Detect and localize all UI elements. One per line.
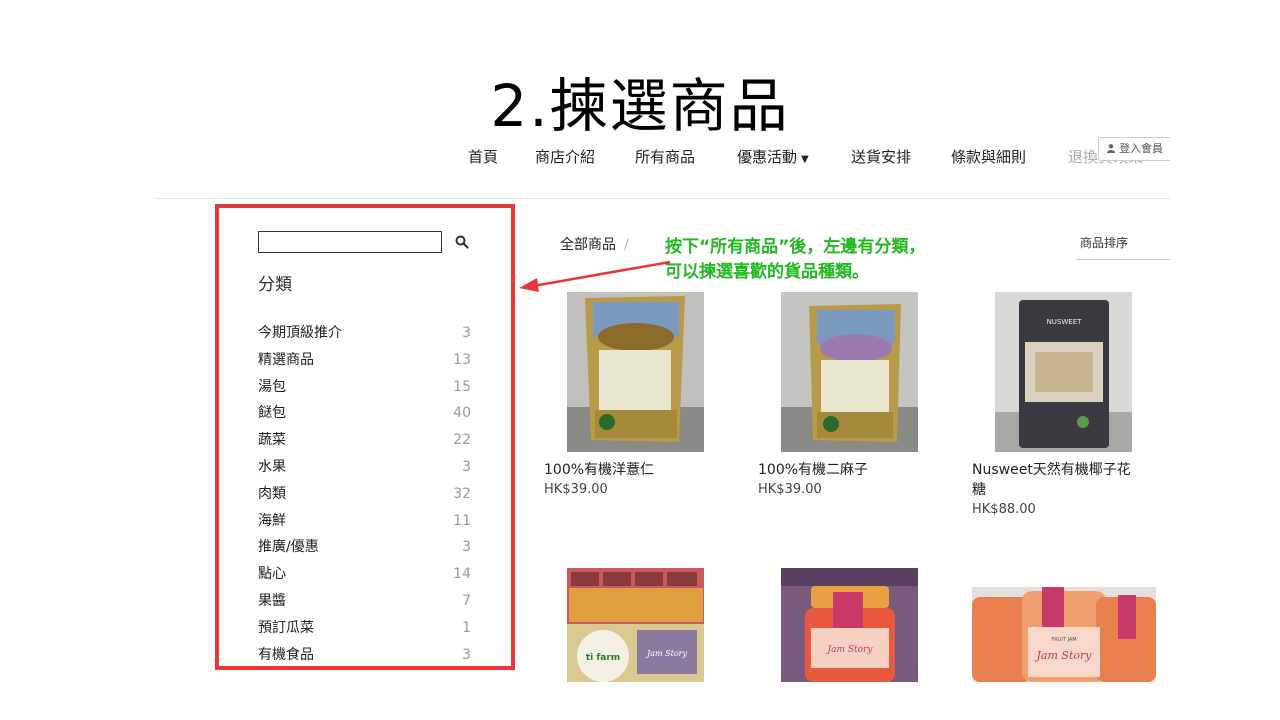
nav-all-products[interactable]: 所有商品 <box>635 146 695 168</box>
product-image[interactable]: FRUIT JAM Jam Story <box>972 587 1156 682</box>
category-name: 肉類 <box>258 485 286 502</box>
instruction-annotation: 按下“所有商品”後，左邊有分類， 可以揀選喜歡的貨品種類。 <box>665 235 925 285</box>
category-heading: 分類 <box>258 275 292 295</box>
nav-shop-intro[interactable]: 商店介紹 <box>535 146 595 168</box>
nav-delivery[interactable]: 送貨安排 <box>851 146 911 168</box>
annotation-line-2: 可以揀選喜歡的貨品種類。 <box>665 262 869 282</box>
nav-home[interactable]: 首頁 <box>468 146 498 168</box>
category-name: 精選商品 <box>258 351 314 368</box>
category-item[interactable]: 點心 14 <box>258 563 473 590</box>
product-brand-text: Jam Story <box>1035 649 1093 662</box>
category-count: 15 <box>453 378 471 395</box>
slide-title: 2.揀選商品 <box>490 72 790 140</box>
category-count: 13 <box>453 351 471 368</box>
product-photo-sesame <box>781 292 918 452</box>
product-image[interactable]: NUSWEET <box>995 292 1132 452</box>
product-brand-text: ti farm <box>586 653 620 663</box>
product-name[interactable]: Nusweet天然有機椰子花 糖 <box>972 460 1131 500</box>
sort-select[interactable]: 商品排序 <box>1076 230 1170 260</box>
category-item[interactable]: 蔬菜 22 <box>258 429 473 456</box>
category-name: 今期頂級推介 <box>258 325 342 341</box>
search-input[interactable] <box>258 231 442 253</box>
category-item[interactable]: 今期頂級推介 3 <box>258 322 473 349</box>
nav-promotions-label: 優惠活動 <box>737 148 798 166</box>
category-count: 22 <box>453 432 471 449</box>
product-brand-text: Jam Story <box>645 649 687 658</box>
arrow-icon <box>519 260 671 292</box>
product-price: HK$88.00 <box>972 502 1036 517</box>
category-name: 蔬菜 <box>258 432 286 449</box>
login-label: 登入會員 <box>1119 142 1163 155</box>
caret-down-icon: ▼ <box>801 154 809 165</box>
category-item[interactable]: 肉類 32 <box>258 483 473 510</box>
product-photo-coconut-sugar: NUSWEET <box>995 292 1132 452</box>
category-item[interactable]: 有機食品 3 <box>258 644 473 671</box>
category-item[interactable]: 水果 3 <box>258 456 473 483</box>
nav-terms[interactable]: 條款與細則 <box>951 146 1026 168</box>
category-count: 32 <box>453 485 471 502</box>
product-photo-jam-jar: Jam Story <box>781 568 918 682</box>
product-name-line-1: Nusweet天然有機椰子花 <box>972 462 1131 478</box>
category-item[interactable]: 果醬 7 <box>258 590 473 617</box>
category-count: 7 <box>462 592 471 609</box>
category-count: 11 <box>453 512 471 529</box>
login-button[interactable]: 登入會員 <box>1098 137 1170 161</box>
category-item[interactable]: 餸包 40 <box>258 402 473 429</box>
product-name[interactable]: 100%有機洋薏仁 <box>544 460 654 480</box>
product-image[interactable]: Jam Story <box>781 568 918 682</box>
product-photo-jam-shelf: ti farm Jam Story <box>567 568 704 682</box>
category-list: 今期頂級推介 3 精選商品 13 湯包 15 餸包 40 蔬菜 22 水果 3 肉類 32 海… <box>258 322 473 670</box>
category-count: 3 <box>462 458 471 475</box>
product-photo-barley <box>567 292 704 452</box>
category-name: 水果 <box>258 458 286 475</box>
category-count: 1 <box>462 619 471 636</box>
category-item[interactable]: 精選商品 13 <box>258 349 473 376</box>
category-item[interactable]: 推廣/優惠 3 <box>258 536 473 563</box>
annotation-line-1: 按下“所有商品”後，左邊有分類， <box>665 237 926 257</box>
product-name-line-2: 糖 <box>972 482 986 498</box>
category-count: 3 <box>462 325 471 341</box>
category-name: 點心 <box>258 566 286 583</box>
product-photo-jam-pair: FRUIT JAM Jam Story <box>972 587 1156 682</box>
category-count: 3 <box>462 646 471 663</box>
category-name: 果醬 <box>258 592 286 609</box>
category-count: 3 <box>462 539 471 556</box>
category-item[interactable]: 預訂瓜菜 1 <box>258 617 473 644</box>
search-icon[interactable] <box>455 235 469 249</box>
product-price: HK$39.00 <box>758 482 822 497</box>
category-name: 有機食品 <box>258 646 314 663</box>
product-image[interactable]: ti farm Jam Story <box>567 568 704 682</box>
product-label-text: FRUIT JAM <box>1051 637 1076 643</box>
product-image[interactable] <box>567 292 704 452</box>
product-name[interactable]: 100%有機二麻子 <box>758 460 868 480</box>
category-item[interactable]: 海鮮 11 <box>258 510 473 537</box>
category-name: 湯包 <box>258 378 286 395</box>
category-name: 推廣/優惠 <box>258 539 319 556</box>
category-count: 14 <box>453 566 471 583</box>
user-icon <box>1107 144 1115 153</box>
category-name: 預訂瓜菜 <box>258 619 314 636</box>
product-price: HK$39.00 <box>544 482 608 497</box>
category-item[interactable]: 湯包 15 <box>258 376 473 403</box>
nav-promotions[interactable]: 優惠活動 ▼ <box>737 146 809 170</box>
header-divider <box>155 198 1170 199</box>
category-name: 餸包 <box>258 405 286 422</box>
category-name: 海鮮 <box>258 512 286 529</box>
category-count: 40 <box>453 405 471 422</box>
main-nav: 首頁 商店介紹 所有商品 優惠活動▼ 送貨安排 條款與細則 退換貨政策 <box>450 146 1170 170</box>
product-brand-text: NUSWEET <box>1047 318 1083 326</box>
product-image[interactable] <box>781 292 918 452</box>
product-brand-text: Jam Story <box>826 645 874 655</box>
